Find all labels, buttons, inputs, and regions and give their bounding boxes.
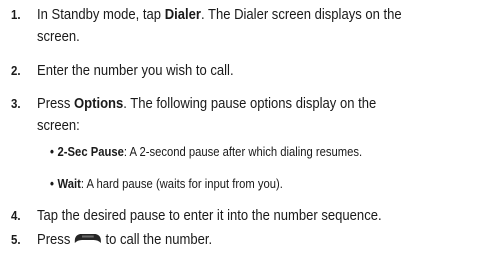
- step-text: In Standby mode, tap Dialer. The Dialer …: [37, 4, 460, 48]
- bullet-icon: •: [50, 145, 54, 159]
- step-text: Press Options. The following pause optio…: [37, 93, 460, 137]
- bullet-icon: •: [50, 177, 54, 191]
- pause-option-2-sec: • 2-Sec Pause: A 2-second pause after whi…: [50, 142, 473, 162]
- step-text-part: Press: [37, 96, 74, 112]
- step-text: Press to call the number.: [37, 229, 460, 251]
- ui-term-options: Options: [73, 96, 124, 112]
- option-description: : A hard pause (waits for input from you…: [80, 177, 283, 191]
- step-text: Enter the number you wish to call.: [37, 63, 234, 79]
- step-number: 3.: [11, 96, 21, 111]
- step-text-part: . The following pause options display on…: [123, 96, 377, 112]
- step-number: 1.: [11, 7, 21, 22]
- ui-term-dialer: Dialer: [164, 7, 201, 23]
- step-text-line2: screen.: [37, 29, 80, 45]
- call-key-icon: [74, 232, 102, 246]
- pause-option-wait: • Wait: A hard pause (waits for input fro…: [50, 174, 473, 194]
- option-description: : A 2-second pause after which dialing r…: [123, 145, 363, 159]
- step-number: 4.: [11, 208, 21, 223]
- instruction-page: 1. In Standby mode, tap Dialer. The Dial…: [0, 0, 499, 255]
- step-number: 5.: [11, 232, 21, 247]
- step-text-part: Press: [37, 232, 71, 248]
- step-text-part: to call the number.: [105, 232, 213, 248]
- step-number: 2.: [11, 63, 21, 78]
- step-text-line2: screen:: [37, 118, 80, 134]
- step-text-part: . The Dialer screen displays on the: [200, 7, 402, 23]
- step-text: Tap the desired pause to enter it into t…: [37, 208, 382, 224]
- step-text-part: In Standby mode, tap: [37, 7, 165, 23]
- option-name: 2-Sec Pause: [57, 145, 124, 159]
- option-name: Wait: [57, 177, 81, 191]
